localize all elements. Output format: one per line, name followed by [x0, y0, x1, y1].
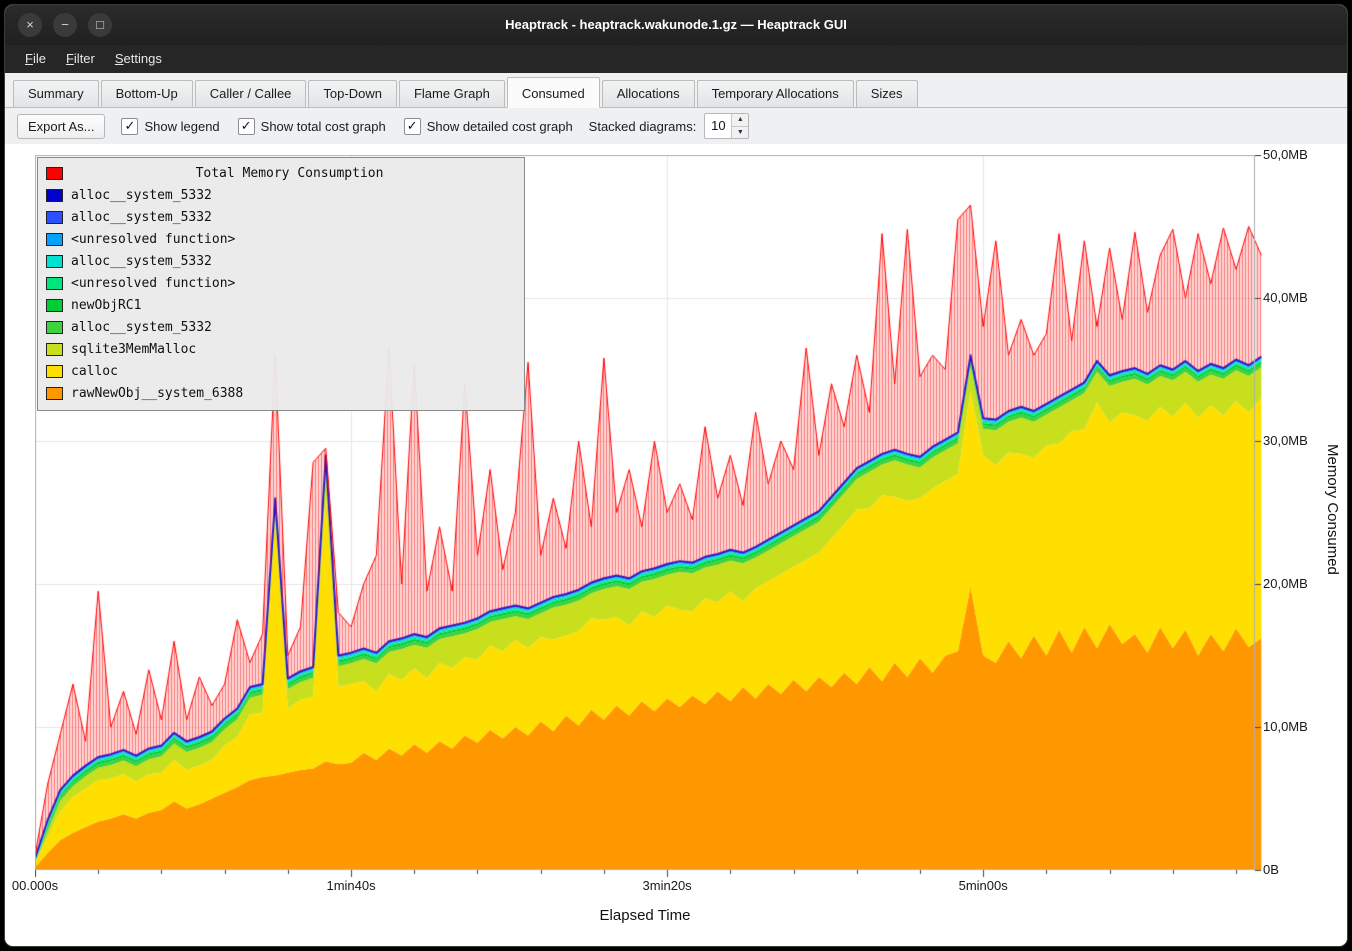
- legend-item: sqlite3MemMalloc: [46, 338, 516, 360]
- checkbox-label: Show detailed cost graph: [427, 119, 573, 134]
- checkbox-label: Show total cost graph: [261, 119, 386, 134]
- y-tick-label: 30,0MB: [1263, 433, 1308, 448]
- minimize-icon: −: [61, 17, 69, 32]
- close-icon: ×: [26, 17, 34, 32]
- stacked-diagrams-spinbox[interactable]: 10 ▲ ▼: [704, 113, 749, 139]
- tab-summary[interactable]: Summary: [13, 80, 99, 107]
- window-title: Heaptrack - heaptrack.wakunode.1.gz — He…: [5, 5, 1347, 45]
- menu-item-file[interactable]: File: [15, 45, 56, 73]
- legend-label: rawNewObj__system_6388: [71, 386, 243, 401]
- legend-label: alloc__system_5332: [71, 188, 212, 203]
- legend-title-row: Total Memory Consumption: [46, 162, 516, 184]
- legend-label: calloc: [71, 364, 118, 379]
- tab-sizes[interactable]: Sizes: [856, 80, 918, 107]
- chart-legend: Total Memory Consumption alloc__system_5…: [37, 157, 525, 411]
- legend-item: <unresolved function>: [46, 228, 516, 250]
- tab-bar: SummaryBottom-UpCaller / CalleeTop-DownF…: [5, 73, 1347, 108]
- y-tick-label: 40,0MB: [1263, 290, 1308, 305]
- legend-swatch: [46, 343, 63, 356]
- legend-swatch: [46, 189, 63, 202]
- legend-swatch: [46, 321, 63, 334]
- tab-temporary-allocations[interactable]: Temporary Allocations: [697, 80, 854, 107]
- legend-item: alloc__system_5332: [46, 316, 516, 338]
- check-icon: ✓: [121, 118, 138, 135]
- checkbox-show-legend[interactable]: ✓ Show legend: [121, 118, 219, 135]
- checkbox-label: Show legend: [144, 119, 219, 134]
- legend-swatch: [46, 255, 63, 268]
- x-tick-label: 1min40s: [326, 878, 375, 893]
- legend-label: sqlite3MemMalloc: [71, 342, 196, 357]
- legend-item: rawNewObj__system_6388: [46, 382, 516, 404]
- stacked-diagrams-value: 10: [705, 114, 731, 138]
- legend-items: alloc__system_5332 alloc__system_5332 <unr…: [46, 184, 516, 404]
- y-tick-label: 0B: [1263, 862, 1279, 877]
- stacked-diagrams-label: Stacked diagrams:: [589, 119, 697, 134]
- tab-allocations[interactable]: Allocations: [602, 80, 695, 107]
- legend-item: <unresolved function>: [46, 272, 516, 294]
- y-tick-label: 20,0MB: [1263, 576, 1308, 591]
- checkbox-show-detailed-cost-graph[interactable]: ✓ Show detailed cost graph: [404, 118, 573, 135]
- window-controls: × − □: [18, 13, 112, 37]
- spin-down-icon[interactable]: ▼: [732, 127, 748, 139]
- titlebar[interactable]: × − □ Heaptrack - heaptrack.wakunode.1.gz …: [5, 5, 1347, 45]
- app-window: × − □ Heaptrack - heaptrack.wakunode.1.gz …: [4, 4, 1348, 947]
- checkbox-show-total-cost-graph[interactable]: ✓ Show total cost graph: [238, 118, 386, 135]
- x-tick-label: 3min20s: [643, 878, 692, 893]
- legend-swatch: [46, 211, 63, 224]
- legend-label: <unresolved function>: [71, 232, 235, 247]
- window-minimize-button[interactable]: −: [53, 13, 77, 37]
- legend-label: alloc__system_5332: [71, 210, 212, 225]
- x-axis-title: Elapsed Time: [35, 907, 1255, 924]
- legend-swatch: [46, 277, 63, 290]
- legend-item: alloc__system_5332: [46, 184, 516, 206]
- legend-item: alloc__system_5332: [46, 250, 516, 272]
- legend-swatch: [46, 233, 63, 246]
- menu-bar: FileFilterSettings: [5, 45, 1347, 73]
- y-tick-label: 10,0MB: [1263, 719, 1308, 734]
- toolbar: Export As... ✓ Show legend ✓ Show total cos…: [5, 108, 1347, 144]
- y-axis-title: Memory Consumed: [1324, 444, 1341, 575]
- legend-title: Total Memory Consumption: [63, 166, 516, 181]
- legend-title-swatch: [46, 167, 63, 180]
- check-icon: ✓: [238, 118, 255, 135]
- x-tick-label: 00.000s: [12, 878, 58, 893]
- spin-up-icon[interactable]: ▲: [732, 114, 748, 127]
- check-icon: ✓: [404, 118, 421, 135]
- legend-swatch: [46, 365, 63, 378]
- legend-label: alloc__system_5332: [71, 320, 212, 335]
- legend-label: <unresolved function>: [71, 276, 235, 291]
- legend-item: calloc: [46, 360, 516, 382]
- toolbar-checkboxes: ✓ Show legend ✓ Show total cost graph ✓ Show …: [121, 118, 572, 135]
- export-as-button[interactable]: Export As...: [17, 114, 105, 139]
- legend-label: alloc__system_5332: [71, 254, 212, 269]
- tab-caller-callee[interactable]: Caller / Callee: [195, 80, 307, 107]
- spinner-buttons: ▲ ▼: [731, 114, 748, 138]
- x-tick-label: 5min00s: [959, 878, 1008, 893]
- legend-item: alloc__system_5332: [46, 206, 516, 228]
- maximize-icon: □: [96, 17, 104, 32]
- menu-item-filter[interactable]: Filter: [56, 45, 105, 73]
- legend-swatch: [46, 299, 63, 312]
- tab-flame-graph[interactable]: Flame Graph: [399, 80, 505, 107]
- legend-label: newObjRC1: [71, 298, 141, 313]
- menu-item-settings[interactable]: Settings: [105, 45, 172, 73]
- legend-swatch: [46, 387, 63, 400]
- tab-consumed[interactable]: Consumed: [507, 77, 600, 108]
- window-maximize-button[interactable]: □: [88, 13, 112, 37]
- stacked-diagrams-group: Stacked diagrams: 10 ▲ ▼: [589, 113, 750, 139]
- chart-region: Total Memory Consumption alloc__system_5…: [5, 144, 1347, 946]
- window-close-button[interactable]: ×: [18, 13, 42, 37]
- tab-top-down[interactable]: Top-Down: [308, 80, 397, 107]
- y-tick-label: 50,0MB: [1263, 147, 1308, 162]
- legend-item: newObjRC1: [46, 294, 516, 316]
- tab-bottom-up[interactable]: Bottom-Up: [101, 80, 193, 107]
